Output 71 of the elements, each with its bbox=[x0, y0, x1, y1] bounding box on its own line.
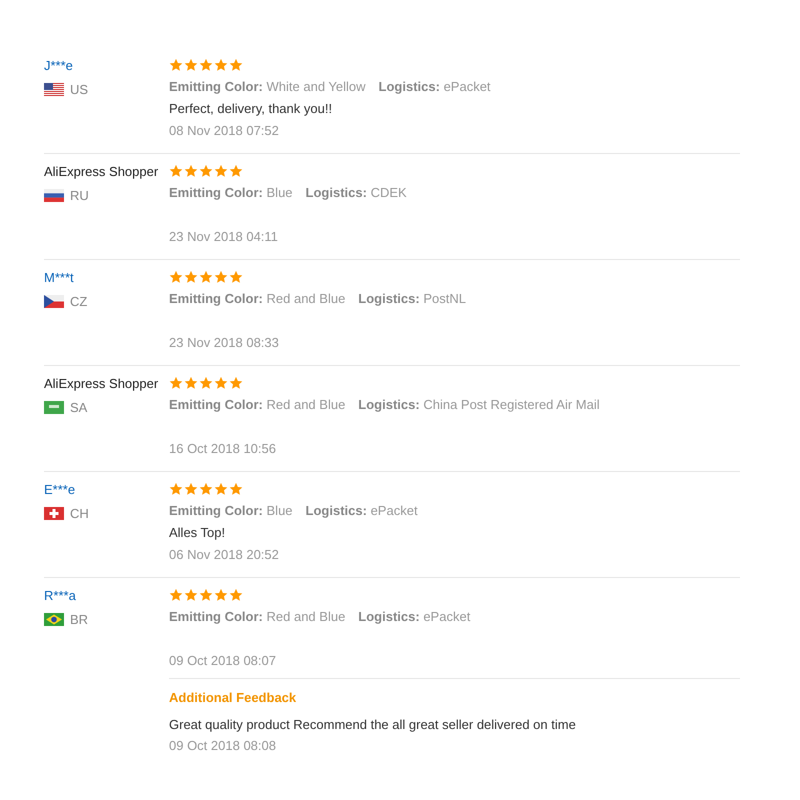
country-code: CZ bbox=[70, 294, 88, 309]
country-code: CH bbox=[70, 506, 89, 521]
review-comment: Alles Top! bbox=[169, 525, 226, 541]
star-icon bbox=[214, 482, 228, 496]
flag-icon bbox=[44, 401, 64, 414]
star-icon bbox=[214, 376, 228, 390]
star-icon bbox=[184, 270, 198, 284]
star-icon bbox=[199, 164, 213, 178]
product-attribute: Emitting Color: Red and Blue bbox=[169, 291, 346, 306]
review-comment: Perfect, delivery, thank you!! bbox=[169, 101, 334, 117]
star-icon bbox=[229, 270, 243, 284]
product-attribute: Emitting Color: Red and Blue bbox=[169, 609, 346, 624]
flag-icon bbox=[44, 295, 64, 308]
star-icon bbox=[184, 164, 198, 178]
star-icon bbox=[169, 270, 183, 284]
reviewer-name: AliExpress Shopper bbox=[44, 376, 160, 391]
star-icon bbox=[199, 482, 213, 496]
star-icon bbox=[229, 482, 243, 496]
star-icon bbox=[229, 58, 243, 72]
star-icon bbox=[214, 588, 228, 602]
product-attribute: Emitting Color: Red and Blue bbox=[169, 397, 346, 412]
star-icon bbox=[184, 58, 198, 72]
product-attribute: Emitting Color: Blue bbox=[169, 185, 293, 200]
star-icon bbox=[214, 270, 228, 284]
country-code: US bbox=[70, 82, 88, 97]
flag-icon bbox=[44, 83, 64, 96]
star-icon bbox=[169, 164, 183, 178]
product-attribute: Logistics: ePacket bbox=[358, 609, 470, 624]
star-icon bbox=[229, 164, 243, 178]
flag-icon bbox=[44, 507, 64, 520]
star-icon bbox=[214, 164, 228, 178]
review-date: 06 Nov 2018 20:52 bbox=[169, 547, 280, 562]
flag-icon bbox=[44, 613, 64, 626]
review-date: 16 Oct 2018 10:56 bbox=[169, 441, 277, 456]
product-attribute: Emitting Color: White and Yellow bbox=[169, 79, 366, 94]
flag-icon bbox=[44, 189, 64, 202]
reviewer-link[interactable]: R***a bbox=[44, 588, 169, 603]
country-code: BR bbox=[70, 612, 88, 627]
reviewer-link[interactable]: M***t bbox=[44, 270, 169, 285]
product-attribute: Logistics: ePacket bbox=[378, 79, 491, 94]
product-attribute: Logistics: CDEK bbox=[306, 185, 407, 200]
review-date: 09 Oct 2018 08:08 bbox=[169, 738, 277, 753]
review-date: 08 Nov 2018 07:52 bbox=[169, 123, 280, 138]
additional-feedback-title: Additional Feedback bbox=[169, 690, 298, 705]
star-icon bbox=[229, 376, 243, 390]
star-icon bbox=[169, 482, 183, 496]
star-icon bbox=[184, 376, 198, 390]
reviewer-name: AliExpress Shopper bbox=[44, 164, 160, 179]
star-icon bbox=[169, 58, 183, 72]
star-icon bbox=[199, 376, 213, 390]
reviewer-link[interactable]: E***e bbox=[44, 482, 169, 497]
review-date: 23 Nov 2018 04:11 bbox=[169, 229, 279, 244]
star-icon bbox=[199, 270, 213, 284]
reviewer-link[interactable]: J***e bbox=[44, 58, 169, 73]
country-code: SA bbox=[70, 400, 88, 415]
product-attribute: Emitting Color: Blue bbox=[169, 503, 293, 518]
additional-feedback-text: Great quality product Recommend the all great seller delivered on time bbox=[169, 717, 577, 732]
star-icon bbox=[199, 58, 213, 72]
star-icon bbox=[214, 58, 228, 72]
star-icon bbox=[229, 588, 243, 602]
star-icon bbox=[184, 588, 198, 602]
country-code: RU bbox=[70, 188, 89, 203]
product-attribute: Logistics: PostNL bbox=[358, 291, 466, 306]
star-icon bbox=[169, 376, 183, 390]
product-attribute: Logistics: ePacket bbox=[306, 503, 418, 518]
review-date: 09 Oct 2018 08:07 bbox=[169, 653, 277, 668]
product-attribute: Logistics: China Post Registered Air Mail bbox=[358, 397, 600, 412]
review-date: 23 Nov 2018 08:33 bbox=[169, 335, 280, 350]
star-icon bbox=[169, 588, 183, 602]
star-icon bbox=[199, 588, 213, 602]
star-icon bbox=[184, 482, 198, 496]
